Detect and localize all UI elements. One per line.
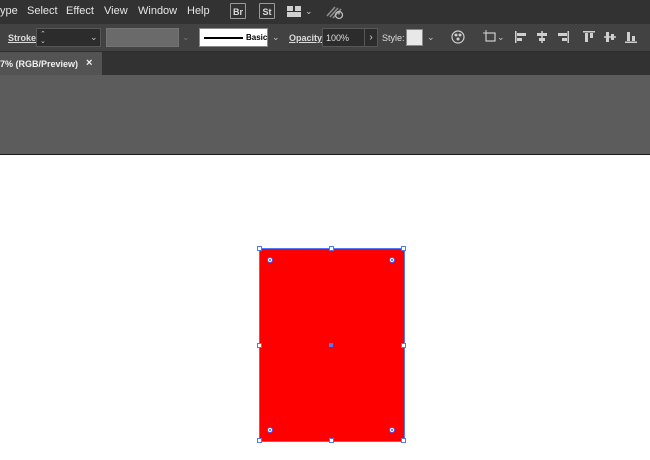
- document-tab-title: 7% (RGB/Preview): [0, 59, 79, 69]
- menu-view[interactable]: View: [104, 5, 128, 17]
- selection-handle-middle-left[interactable]: [257, 343, 262, 348]
- align-left-icon[interactable]: [514, 30, 528, 44]
- opacity-field[interactable]: 100%: [322, 28, 365, 47]
- selection-handle-bottom-left[interactable]: [257, 438, 262, 443]
- align-bottom-icon[interactable]: [624, 30, 638, 44]
- stroke-stepper-icon[interactable]: ⌃ ⌄: [40, 31, 46, 45]
- document-tab-bar: 7% (RGB/Preview) ×: [0, 52, 650, 75]
- menu-window[interactable]: Window: [138, 5, 177, 17]
- opacity-expand-button[interactable]: ›: [364, 28, 378, 47]
- control-bar: Stroke: ⌃ ⌄ ⌄ ⌄ Basic ⌄ Opacity: 100% › S…: [0, 24, 650, 52]
- brush-definition-dropdown[interactable]: Basic: [199, 28, 268, 47]
- corner-widget-bottom-left[interactable]: [267, 427, 273, 433]
- corner-widget-bottom-right[interactable]: [389, 427, 395, 433]
- selection-handle-middle-right[interactable]: [401, 343, 406, 348]
- stroke-label: Stroke:: [8, 33, 40, 43]
- opacity-value: 100%: [326, 33, 350, 43]
- graphic-style-swatch[interactable]: [406, 29, 423, 46]
- chevron-down-icon[interactable]: ⌄: [427, 32, 435, 43]
- align-right-icon[interactable]: [556, 30, 570, 44]
- bridge-button[interactable]: Br: [230, 3, 246, 19]
- chevron-down-icon[interactable]: ⌄: [305, 6, 313, 17]
- brush-stroke-preview: [204, 37, 243, 39]
- menu-help[interactable]: Help: [187, 5, 210, 17]
- menu-bar: ype Select Effect View Window Help Br St…: [0, 0, 650, 24]
- chevron-down-icon[interactable]: ⌄: [182, 32, 190, 43]
- style-label: Style:: [382, 33, 405, 43]
- align-horizontal-center-icon[interactable]: [535, 30, 549, 44]
- selection-handle-top-left[interactable]: [257, 246, 262, 251]
- transform-reference-icon[interactable]: [483, 30, 498, 44]
- stock-button[interactable]: St: [259, 3, 275, 19]
- align-top-icon[interactable]: [582, 30, 596, 44]
- chevron-down-icon[interactable]: ⌄: [497, 32, 505, 43]
- opacity-label: Opacity:: [289, 33, 326, 43]
- menu-effect[interactable]: Effect: [66, 5, 94, 17]
- brush-name: Basic: [246, 33, 268, 42]
- selection-handle-top-center[interactable]: [329, 246, 334, 251]
- center-point: [329, 343, 333, 347]
- menu-select[interactable]: Select: [27, 5, 58, 17]
- arrange-documents-icon[interactable]: [287, 6, 301, 17]
- corner-widget-top-right[interactable]: [389, 257, 395, 263]
- corner-widget-top-left[interactable]: [267, 257, 273, 263]
- align-vertical-center-icon[interactable]: [603, 30, 617, 44]
- chevron-down-icon[interactable]: ⌄: [90, 32, 98, 43]
- selection-handle-bottom-center[interactable]: [329, 438, 334, 443]
- close-icon[interactable]: ×: [86, 57, 92, 69]
- stroke-weight-field[interactable]: ⌃ ⌄ ⌄: [36, 28, 101, 47]
- artboard[interactable]: [0, 155, 650, 460]
- document-tab[interactable]: 7% (RGB/Preview) ×: [0, 52, 102, 75]
- variable-width-profile-dropdown[interactable]: [106, 28, 179, 47]
- chevron-down-icon[interactable]: ⌄: [272, 32, 280, 43]
- selection-handle-bottom-right[interactable]: [401, 438, 406, 443]
- pasteboard: [0, 75, 650, 155]
- menu-type[interactable]: ype: [0, 5, 18, 17]
- recolor-artwork-icon[interactable]: [451, 30, 465, 44]
- selection-handle-top-right[interactable]: [401, 246, 406, 251]
- gpu-performance-icon[interactable]: [326, 4, 344, 20]
